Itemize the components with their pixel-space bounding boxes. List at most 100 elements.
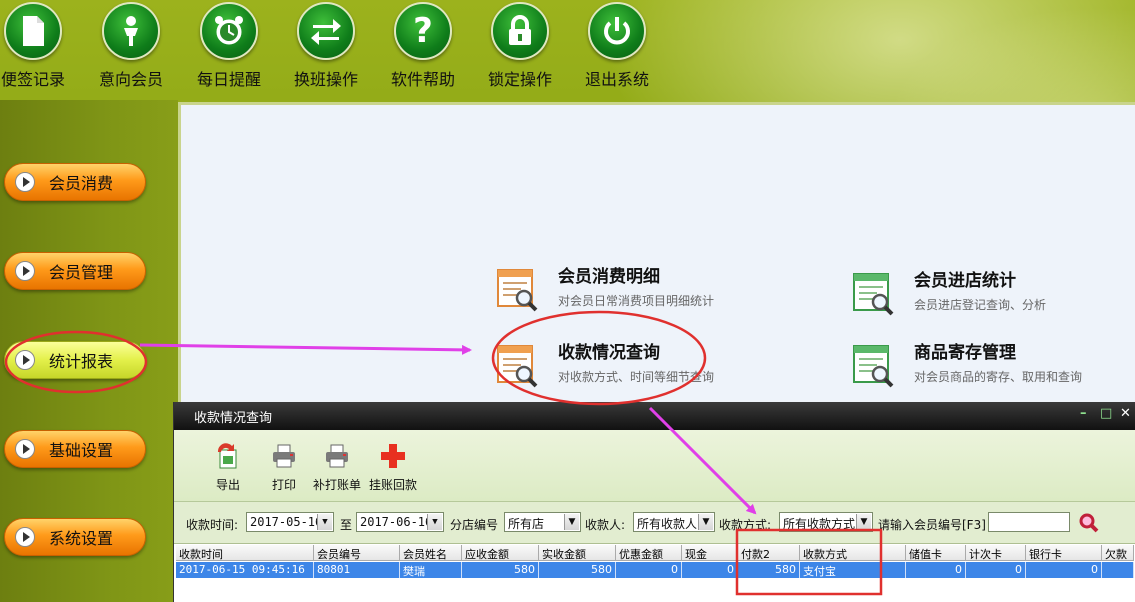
sidebar-item-label: 会员消费 bbox=[49, 174, 114, 193]
reprint-bill-label: 补打账单 bbox=[313, 478, 362, 492]
printer-icon bbox=[273, 444, 295, 468]
report-description: 对收款方式、时间等细节查询 bbox=[558, 370, 715, 384]
sidebar-item-member-management[interactable]: 会员管理 bbox=[4, 252, 146, 290]
lock-label: 锁定操作 bbox=[487, 70, 552, 89]
date-from-picker[interactable]: 2017-05-16 bbox=[246, 512, 334, 532]
sidebar-item-system-settings[interactable]: 系统设置 bbox=[4, 518, 146, 556]
column-header[interactable]: 收款时间 bbox=[176, 545, 314, 560]
report-goods-storage[interactable]: 商品寄存管理 对会员商品的寄存、取用和查询 bbox=[850, 342, 1082, 390]
report-search-icon bbox=[850, 270, 898, 318]
column-header[interactable]: 应收金额 bbox=[462, 545, 539, 560]
maximize-button[interactable]: □ bbox=[1100, 406, 1112, 421]
exit-label: 退出系统 bbox=[584, 70, 649, 89]
column-header[interactable]: 付款2 bbox=[738, 545, 800, 560]
print-label: 打印 bbox=[271, 478, 296, 492]
sidebar-item-statistics-reports[interactable]: 统计报表 bbox=[4, 341, 146, 379]
shift-change-button[interactable]: 换班操作 bbox=[281, 2, 371, 92]
payee-select[interactable]: 所有收款人 bbox=[633, 512, 715, 532]
table-cell: 580 bbox=[539, 562, 616, 578]
credit-repayment-label: 挂账回款 bbox=[369, 478, 418, 492]
payment-time-label: 收款时间: bbox=[186, 518, 239, 532]
payment-method-select[interactable]: 所有收款方式 bbox=[779, 512, 873, 532]
member-id-input[interactable] bbox=[988, 512, 1070, 532]
table-cell bbox=[1102, 562, 1134, 578]
lock-icon bbox=[509, 15, 531, 45]
window-titlebar: 收款情况查询 – □ ✕ bbox=[174, 402, 1135, 430]
table-cell: 0 bbox=[682, 562, 738, 578]
print-button[interactable]: 打印 bbox=[270, 442, 298, 493]
power-icon bbox=[604, 17, 630, 45]
prospect-members-button[interactable]: 意向会员 bbox=[86, 2, 176, 92]
branch-label: 分店编号 bbox=[450, 518, 499, 532]
reprint-bill-button[interactable]: 补打账单 bbox=[313, 442, 361, 493]
column-header[interactable]: 现金 bbox=[682, 545, 738, 560]
window-toolbar: 导出 打印 补打账单 挂账回款 bbox=[174, 430, 1135, 502]
report-title: 会员消费明细 bbox=[558, 267, 660, 287]
sidebar-item-label: 统计报表 bbox=[49, 352, 114, 371]
plus-icon bbox=[381, 444, 405, 468]
export-label: 导出 bbox=[215, 478, 240, 492]
table-row[interactable]: 2017-06-15 09:45:16 80801 樊瑞 580 580 0 0… bbox=[176, 562, 1134, 578]
table-cell: 80801 bbox=[314, 562, 400, 578]
date-to-picker[interactable]: 2017-06-16 bbox=[356, 512, 444, 532]
column-header[interactable]: 欠款 bbox=[1102, 545, 1134, 560]
person-icon bbox=[124, 16, 138, 46]
report-title: 收款情况查询 bbox=[558, 343, 660, 363]
table-cell: 樊瑞 bbox=[400, 562, 462, 578]
payment-query-window: 收款情况查询 – □ ✕ 导出 打印 补打账单 挂账回款 收款时间: 2017-… bbox=[173, 402, 1135, 602]
column-header[interactable]: 实收金额 bbox=[539, 545, 616, 560]
report-title: 商品寄存管理 bbox=[914, 343, 1016, 363]
swap-arrows-icon bbox=[311, 19, 341, 45]
search-icon[interactable] bbox=[1078, 512, 1100, 534]
report-member-visit-stats[interactable]: 会员进店统计 会员进店登记查询、分析 bbox=[850, 270, 1046, 318]
column-header[interactable]: 会员姓名 bbox=[400, 545, 462, 560]
table-cell: 2017-06-15 09:45:16 bbox=[176, 562, 314, 578]
play-icon bbox=[15, 261, 35, 281]
column-header[interactable]: 收款方式 bbox=[800, 545, 906, 560]
sidebar-item-label: 会员管理 bbox=[49, 263, 114, 282]
play-icon bbox=[15, 350, 35, 370]
export-icon bbox=[217, 443, 237, 469]
daily-reminder-button[interactable]: 每日提醒 bbox=[184, 2, 274, 92]
sidebar-item-basic-settings[interactable]: 基础设置 bbox=[4, 430, 146, 468]
branch-select[interactable]: 所有店 bbox=[504, 512, 581, 532]
credit-repayment-button[interactable]: 挂账回款 bbox=[369, 442, 417, 493]
report-description: 会员进店登记查询、分析 bbox=[914, 298, 1047, 312]
notes-label: 便签记录 bbox=[0, 70, 65, 89]
report-payment-query[interactable]: 收款情况查询 对收款方式、时间等细节查询 bbox=[494, 342, 714, 390]
table-cell: 0 bbox=[966, 562, 1026, 578]
payment-method-label: 收款方式: bbox=[719, 518, 772, 532]
column-header[interactable]: 优惠金额 bbox=[616, 545, 682, 560]
table-cell: 支付宝 bbox=[800, 562, 906, 578]
sidebar-item-label: 基础设置 bbox=[49, 441, 114, 460]
sidebar-item-label: 系统设置 bbox=[49, 529, 114, 548]
report-member-consumption-detail[interactable]: 会员消费明细 对会员日常消费项目明细统计 bbox=[494, 266, 714, 314]
member-id-label: 请输入会员编号[F3] bbox=[878, 518, 986, 532]
shift-change-label: 换班操作 bbox=[293, 70, 358, 89]
notes-button[interactable]: 便签记录 bbox=[0, 2, 78, 92]
report-title: 会员进店统计 bbox=[914, 271, 1016, 291]
lock-button[interactable]: 锁定操作 bbox=[475, 2, 565, 92]
reprint-icon bbox=[326, 444, 348, 468]
minimize-button[interactable]: – bbox=[1080, 406, 1087, 421]
export-button[interactable]: 导出 bbox=[214, 442, 242, 493]
close-button[interactable]: ✕ bbox=[1120, 406, 1131, 421]
alarm-clock-icon bbox=[215, 16, 243, 45]
column-header[interactable]: 会员编号 bbox=[314, 545, 400, 560]
column-header[interactable]: 银行卡 bbox=[1026, 545, 1102, 560]
report-description: 对会员商品的寄存、取用和查询 bbox=[914, 370, 1083, 384]
column-header[interactable]: 储值卡 bbox=[906, 545, 966, 560]
filter-bar: 收款时间: 2017-05-16 至 2017-06-16 分店编号 所有店 收… bbox=[174, 502, 1135, 544]
report-search-icon bbox=[494, 266, 542, 314]
prospect-members-label: 意向会员 bbox=[98, 70, 163, 89]
question-icon: ? bbox=[413, 11, 433, 51]
table-cell: 580 bbox=[462, 562, 539, 578]
exit-button[interactable]: 退出系统 bbox=[572, 2, 662, 92]
table-cell: 0 bbox=[616, 562, 682, 578]
to-label: 至 bbox=[340, 518, 353, 532]
sidebar-item-member-consumption[interactable]: 会员消费 bbox=[4, 163, 146, 201]
daily-reminder-label: 每日提醒 bbox=[196, 70, 261, 89]
help-button[interactable]: ? 软件帮助 bbox=[378, 2, 468, 92]
column-header[interactable]: 计次卡 bbox=[966, 545, 1026, 560]
note-icon bbox=[23, 16, 44, 46]
